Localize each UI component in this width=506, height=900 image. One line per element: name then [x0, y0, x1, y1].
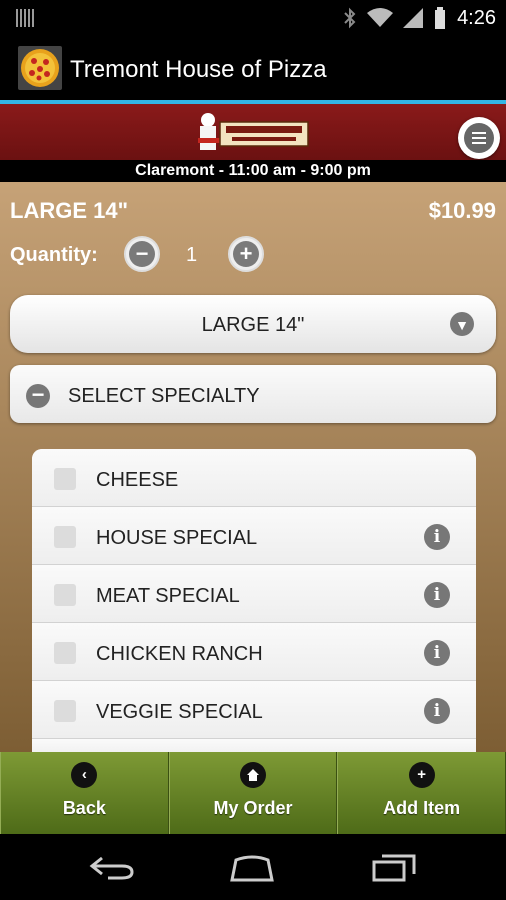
chevron-down-icon: ▼	[450, 312, 474, 336]
info-icon[interactable]: i	[424, 640, 450, 666]
minus-icon: −	[129, 241, 155, 267]
home-icon	[240, 762, 266, 788]
checkbox[interactable]	[54, 468, 76, 490]
back-nav-icon[interactable]	[88, 852, 136, 882]
list-item[interactable]: CHEESE	[32, 449, 476, 507]
specialty-section-header[interactable]: − SELECT SPECIALTY	[10, 365, 496, 423]
list-item[interactable]: CHICKEN RANCH i	[32, 623, 476, 681]
specialty-label: SELECT SPECIALTY	[68, 385, 260, 407]
checkbox[interactable]	[54, 642, 76, 664]
item-price: $10.99	[428, 198, 496, 223]
app-logo-icon[interactable]	[18, 46, 62, 90]
collapse-icon: −	[26, 384, 50, 408]
option-name: VEGGIE SPECIAL	[96, 701, 263, 723]
action-bar: Tremont House of Pizza	[0, 36, 506, 100]
status-time: 4:26	[457, 6, 496, 29]
list-item[interactable]: HOUSE SPECIAL i	[32, 507, 476, 565]
location-hours: Claremont - 11:00 am - 9:00 pm	[0, 160, 506, 182]
system-nav-bar	[0, 834, 506, 900]
menu-button[interactable]	[458, 117, 500, 159]
status-bar: 4:26	[0, 0, 506, 36]
checkbox[interactable]	[54, 526, 76, 548]
menu-icon	[464, 123, 494, 153]
home-nav-icon[interactable]	[228, 852, 276, 882]
size-select-value: LARGE 14"	[201, 314, 305, 336]
brand-logo-image	[198, 113, 309, 150]
option-name: CHICKEN RANCH	[96, 643, 263, 665]
back-label: Back	[62, 798, 106, 818]
info-icon[interactable]: i	[424, 698, 450, 724]
list-item-partial[interactable]	[32, 739, 476, 752]
notification-icon	[16, 9, 34, 27]
back-button[interactable]: ‹ Back	[0, 752, 169, 834]
list-item[interactable]: VEGGIE SPECIAL i	[32, 681, 476, 739]
item-details: LARGE 14" $10.99 Quantity: − 1 + LARGE 1…	[0, 182, 506, 752]
my-order-button[interactable]: My Order	[168, 752, 338, 834]
quantity-value: 1	[186, 244, 198, 266]
add-item-button[interactable]: + Add Item	[337, 752, 506, 834]
my-order-label: My Order	[213, 798, 293, 818]
brand-header	[0, 104, 506, 160]
option-name: MEAT SPECIAL	[96, 585, 240, 607]
plus-icon: +	[408, 762, 435, 788]
quantity-label: Quantity:	[10, 244, 98, 266]
quantity-decrease-button[interactable]: −	[124, 236, 160, 272]
info-icon[interactable]: i	[424, 582, 450, 608]
list-item[interactable]: MEAT SPECIAL i	[32, 565, 476, 623]
recents-nav-icon[interactable]	[370, 852, 418, 882]
info-icon[interactable]: i	[424, 524, 450, 550]
plus-icon: +	[233, 241, 259, 267]
chevron-left-icon: ‹	[71, 762, 98, 788]
item-size-label: LARGE 14"	[10, 198, 129, 223]
checkbox[interactable]	[54, 584, 76, 606]
signal-icon	[403, 8, 424, 28]
option-name: CHEESE	[96, 469, 179, 491]
option-name: HOUSE SPECIAL	[96, 527, 258, 549]
app-title: Tremont House of Pizza	[70, 56, 327, 83]
checkbox[interactable]	[54, 700, 76, 722]
specialty-options-list: CHEESE HOUSE SPECIAL i MEAT SPECIAL i CH…	[32, 449, 476, 752]
add-item-label: Add Item	[383, 798, 461, 818]
battery-icon	[435, 7, 446, 29]
quantity-increase-button[interactable]: +	[228, 236, 264, 272]
bottom-toolbar: ‹ Back My Order + Add Item	[0, 752, 506, 834]
wifi-icon	[367, 8, 394, 27]
bluetooth-icon	[344, 7, 356, 29]
size-select[interactable]: LARGE 14" ▼	[10, 295, 496, 353]
